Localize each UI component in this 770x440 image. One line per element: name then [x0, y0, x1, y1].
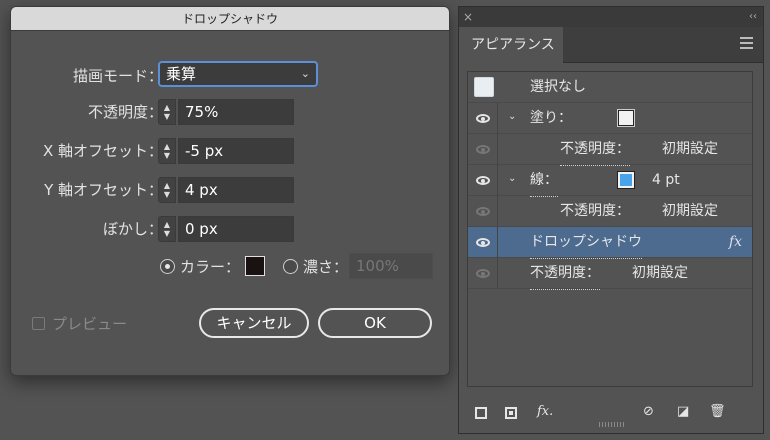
visibility-eye-icon[interactable] [476, 176, 490, 185]
stepper-down-icon: ▼ [163, 112, 171, 121]
fill-row[interactable]: ⌄ 塗り： [468, 103, 752, 134]
visibility-eye-icon[interactable] [476, 145, 490, 154]
selection-row[interactable]: 選択なし [468, 72, 752, 103]
shadow-color-swatch[interactable] [245, 256, 265, 276]
appearance-panel: × ‹‹ アピアランス 選択なし ⌄ 塗り： 不透明度： 初期設定 ⌄ 線： 4… [458, 6, 764, 434]
stroke-weight-value[interactable]: 4 pt [652, 165, 680, 196]
x-offset-stepper[interactable]: ▲ ▼ [158, 138, 176, 164]
opacity-input[interactable]: 75% [178, 99, 294, 125]
opacity-label: 不透明度： [87, 103, 163, 121]
x-offset-input[interactable]: -5 px [178, 138, 294, 164]
preview-checkbox[interactable] [32, 317, 45, 330]
resize-grip[interactable] [599, 422, 625, 427]
dialog-title: ドロップシャドウ [11, 7, 449, 31]
fill-swatch[interactable] [617, 109, 635, 127]
add-fill-icon[interactable] [505, 407, 517, 419]
visibility-eye-icon[interactable] [476, 207, 490, 216]
stepper-down-icon: ▼ [163, 190, 171, 199]
stroke-opacity-row[interactable]: 不透明度： 初期設定 [468, 196, 752, 228]
collapse-icon[interactable]: ‹‹ [749, 7, 757, 27]
stepper-up-icon: ▲ [163, 181, 171, 190]
color-label: カラー： [180, 258, 241, 276]
expand-chevron-icon[interactable]: ⌄ [508, 173, 516, 184]
cancel-button[interactable]: キャンセル [199, 308, 309, 338]
opacity-stepper[interactable]: ▲ ▼ [158, 99, 176, 125]
stroke-label[interactable]: 線： [530, 165, 558, 197]
blur-label: ぼかし： [102, 220, 163, 238]
stepper-down-icon: ▼ [163, 151, 171, 160]
fill-opacity-row[interactable]: 不透明度： 初期設定 [468, 134, 752, 166]
blur-stepper[interactable]: ▲ ▼ [158, 216, 176, 242]
stepper-up-icon: ▲ [163, 103, 171, 112]
color-radio[interactable] [160, 259, 175, 274]
panel-footer-toolbar: fx. ⊘ ◪ 🗑 [459, 403, 765, 427]
fill-opacity-value: 初期設定 [662, 141, 718, 157]
preview-label: プレビュー [52, 315, 128, 333]
visibility-eye-icon[interactable] [476, 114, 490, 123]
stepper-up-icon: ▲ [163, 142, 171, 151]
blend-mode-label: 描画モード： [72, 67, 163, 85]
darkness-input[interactable]: 100% [349, 253, 433, 279]
stroke-opacity-value: 初期設定 [662, 203, 718, 219]
y-offset-stepper[interactable]: ▲ ▼ [158, 177, 176, 203]
selection-label: 選択なし [530, 79, 586, 95]
y-offset-label: Y 軸オフセット： [44, 181, 163, 199]
clear-appearance-icon[interactable]: ⊘ [643, 404, 654, 419]
object-opacity-value: 初期設定 [632, 265, 688, 281]
object-opacity-label[interactable]: 不透明度： [530, 258, 600, 290]
tab-appearance[interactable]: アピアランス [459, 27, 563, 63]
drop-shadow-effect-label[interactable]: ドロップシャドウ [530, 227, 642, 259]
drop-shadow-dialog: ドロップシャドウ 描画モード： 乗算 ⌄ 不透明度： ▲ ▼ 75% X 軸オフ… [10, 6, 450, 376]
blur-input[interactable]: 0 px [178, 216, 294, 242]
x-offset-label: X 軸オフセット： [42, 142, 163, 160]
darkness-radio[interactable] [283, 259, 298, 274]
add-effect-icon[interactable]: fx. [537, 404, 553, 419]
appearance-list: 選択なし ⌄ 塗り： 不透明度： 初期設定 ⌄ 線： 4 pt 不透明度： 初期 [467, 71, 753, 387]
selection-thumbnail [474, 77, 494, 97]
stepper-up-icon: ▲ [163, 220, 171, 229]
add-stroke-icon[interactable] [475, 407, 487, 419]
effect-fx-icon[interactable]: fx [729, 227, 742, 258]
duplicate-item-icon[interactable]: ◪ [677, 404, 689, 419]
close-icon[interactable]: × [463, 7, 473, 27]
blend-mode-select[interactable]: 乗算 ⌄ [158, 61, 318, 87]
stroke-row[interactable]: ⌄ 線： 4 pt [468, 165, 752, 197]
y-offset-input[interactable]: 4 px [178, 177, 294, 203]
visibility-eye-icon[interactable] [476, 238, 490, 247]
panel-menu-icon[interactable] [740, 37, 753, 52]
panel-tab-bar: アピアランス [459, 27, 763, 63]
delete-icon[interactable]: 🗑 [709, 404, 726, 419]
fill-opacity-label[interactable]: 不透明度： [560, 134, 630, 166]
chevron-down-icon: ⌄ [300, 67, 310, 80]
stroke-swatch[interactable] [617, 171, 635, 189]
stepper-down-icon: ▼ [163, 229, 171, 238]
ok-button[interactable]: OK [318, 308, 432, 338]
object-opacity-row[interactable]: 不透明度： 初期設定 [468, 258, 752, 290]
blend-mode-value: 乗算 [166, 65, 197, 83]
expand-chevron-icon[interactable]: ⌄ [508, 111, 516, 122]
panel-header-bar: × ‹‹ [459, 7, 763, 27]
fill-label[interactable]: 塗り： [530, 103, 572, 134]
stroke-opacity-label[interactable]: 不透明度： [560, 196, 630, 228]
darkness-label: 濃さ： [303, 258, 349, 276]
visibility-eye-icon[interactable] [476, 269, 490, 278]
drop-shadow-effect-row[interactable]: ドロップシャドウ fx [468, 227, 752, 259]
